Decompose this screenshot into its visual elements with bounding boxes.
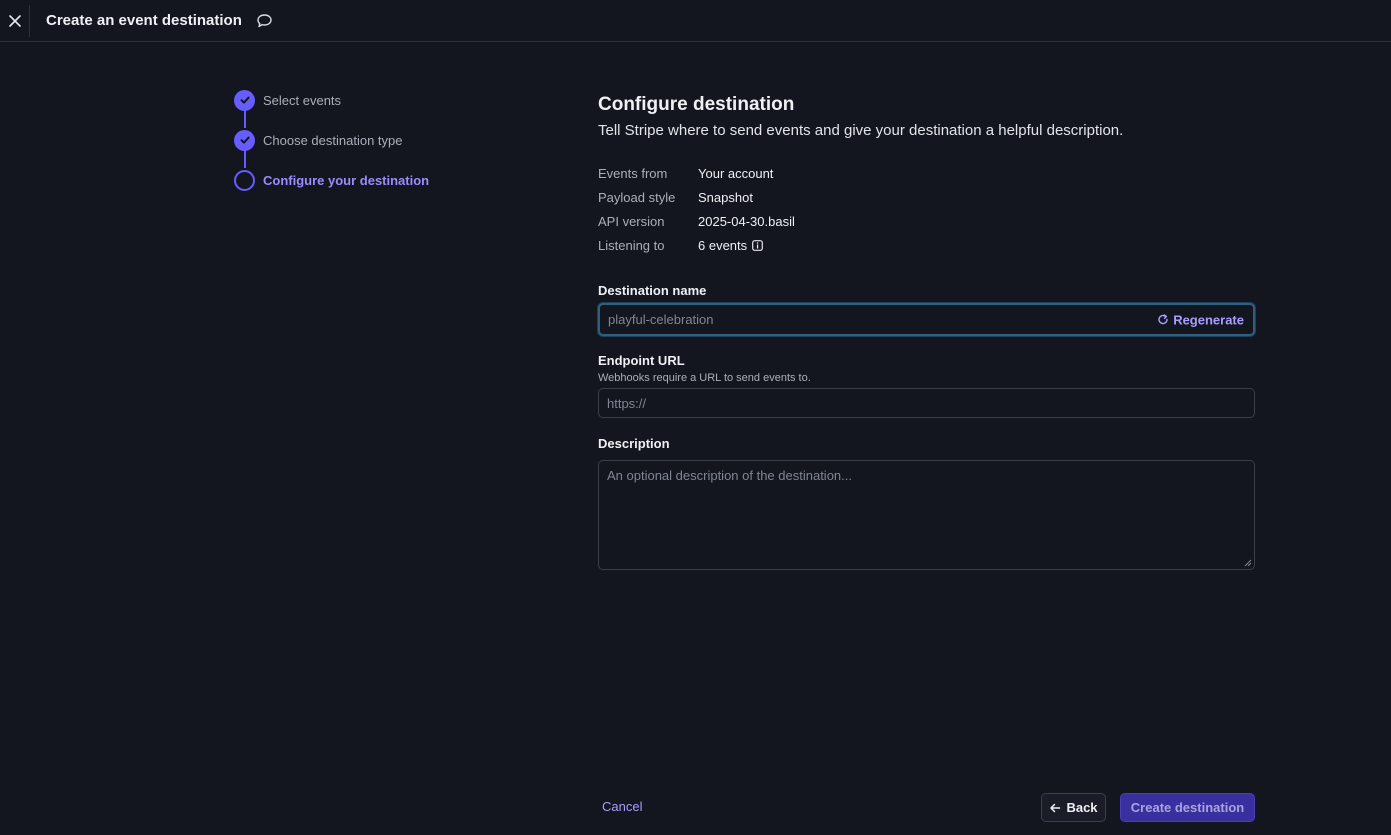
step-complete-icon [234, 89, 255, 111]
destination-name-label: Destination name [598, 283, 707, 298]
destination-name-placeholder: playful-celebration [608, 312, 714, 327]
page-title: Create an event destination [46, 12, 242, 29]
feedback-button[interactable] [256, 13, 273, 29]
progress-stepper: Select events Choose destination type Co… [234, 88, 429, 208]
summary-value: 2025-04-30.basil [698, 213, 795, 229]
resize-handle-icon[interactable] [1244, 559, 1252, 567]
step-label: Select events [263, 92, 342, 108]
destination-name-input[interactable]: playful-celebration Regenerate [598, 303, 1255, 336]
step-label: Choose destination type [263, 132, 403, 148]
description-group: Description An optional description of t… [598, 436, 1255, 570]
endpoint-url-help: Webhooks require a URL to send events to… [598, 372, 811, 384]
refresh-icon [1158, 314, 1168, 325]
configure-destination-form: Configure destination Tell Stripe where … [598, 94, 1255, 570]
back-button[interactable]: Back [1041, 793, 1106, 822]
description-placeholder: An optional description of the destinati… [607, 468, 852, 483]
endpoint-url-placeholder: https:// [607, 395, 647, 411]
endpoint-url-group: Endpoint URL Webhooks require a URL to s… [598, 353, 1255, 418]
chat-bubble-icon [257, 13, 272, 27]
step-configure-destination[interactable]: Configure your destination [234, 168, 429, 192]
summary-key: Payload style [598, 189, 676, 205]
summary-value-with-info: 6 events [698, 237, 764, 253]
summary-value: Snapshot [698, 189, 753, 205]
listening-events-count: 6 events [698, 237, 748, 253]
close-button[interactable] [0, 4, 30, 37]
step-choose-destination-type[interactable]: Choose destination type [234, 128, 429, 168]
endpoint-url-label: Endpoint URL [598, 353, 685, 368]
step-complete-icon [234, 129, 255, 151]
close-icon [8, 14, 21, 27]
description-textarea[interactable]: An optional description of the destinati… [598, 460, 1255, 570]
summary-row: Listening to 6 events [598, 233, 1255, 257]
summary-row: Payload style Snapshot [598, 185, 1255, 209]
summary-key: API version [598, 213, 665, 229]
summary-key: Listening to [598, 237, 665, 253]
checkmark-icon [240, 96, 250, 104]
step-current-icon [234, 169, 255, 191]
destination-name-group: Destination name playful-celebration Reg… [598, 283, 1255, 336]
endpoint-url-input[interactable]: https:// [598, 388, 1255, 418]
arrow-left-icon [1050, 803, 1061, 812]
back-label: Back [1066, 800, 1098, 815]
create-destination-button[interactable]: Create destination [1120, 793, 1255, 822]
summary-key: Events from [598, 165, 668, 181]
step-label: Configure your destination [263, 172, 430, 188]
cancel-button[interactable]: Cancel [602, 799, 642, 814]
summary-row: API version 2025-04-30.basil [598, 209, 1255, 233]
checkmark-icon [240, 136, 250, 144]
section-title: Configure destination [598, 94, 795, 115]
step-connector [244, 150, 246, 168]
info-icon[interactable] [752, 239, 764, 251]
regenerate-button[interactable]: Regenerate [1157, 312, 1244, 327]
regenerate-label: Regenerate [1173, 312, 1244, 327]
section-subtitle: Tell Stripe where to send events and giv… [598, 122, 1124, 139]
destination-summary: Events from Your account Payload style S… [598, 161, 1255, 257]
step-connector [244, 110, 246, 128]
step-select-events[interactable]: Select events [234, 88, 429, 128]
description-label: Description [598, 436, 670, 451]
summary-value: Your account [698, 165, 774, 181]
summary-row: Events from Your account [598, 161, 1255, 185]
top-bar: Create an event destination [0, 0, 1391, 42]
